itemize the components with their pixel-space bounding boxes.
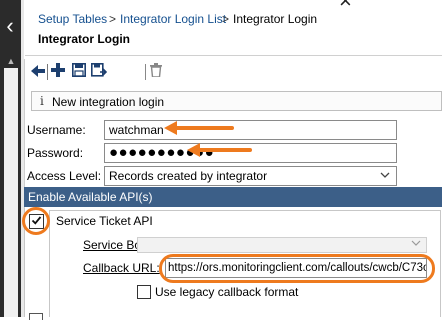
username-input[interactable]: watchman [104,120,397,140]
breadcrumb-separator: > [109,12,117,26]
username-label: Username: [27,123,86,137]
delete-trash-icon[interactable] [149,63,163,81]
page-header [25,0,442,56]
breadcrumb-setup-tables[interactable]: Setup Tables [38,12,107,26]
info-icon: i [40,94,44,108]
callback-url-label[interactable]: Callback URL: [83,261,160,275]
toolbar-divider [145,64,146,80]
info-message-bar: i New integration login [31,91,442,111]
legacy-callback-checkbox[interactable] [137,285,151,299]
checkbox-annotation-circle [22,207,50,235]
page-title: Integrator Login [38,32,130,46]
password-input[interactable]: ●●●●●●●●●●● [104,143,397,163]
password-annotation-arrow [197,148,252,152]
service-ticket-api-label: Service Ticket API [56,214,153,228]
add-icon[interactable] [51,63,65,81]
breadcrumb-integrator-login-list[interactable]: Integrator Login List [120,12,226,26]
toolbar-divider [47,64,48,80]
info-message-text: New integration login [52,95,165,109]
username-annotation-arrow [174,126,234,130]
save-icon[interactable] [72,63,86,81]
close-icon[interactable]: × [339,0,352,14]
callback-url-annotation-oval [159,254,435,283]
legacy-callback-label: Use legacy callback format [155,285,299,299]
toolbar [25,59,442,85]
save-and-close-icon[interactable] [91,63,108,81]
access-level-label: Access Level: [27,169,102,183]
access-level-select[interactable]: Records created by integrator [104,166,397,186]
back-arrow-icon[interactable] [30,63,46,81]
scroll-up-arrow-icon[interactable]: ▲ [4,56,18,66]
service-board-select[interactable] [137,237,427,253]
chevron-down-icon [411,238,421,252]
nav-back-icon[interactable]: ‹ [2,12,18,40]
breadcrumb-integrator-login: Integrator Login [233,12,318,26]
enable-apis-section-header: Enable Available API(s) [24,187,442,207]
chevron-down-icon [380,167,390,185]
breadcrumb-separator: > [222,12,230,26]
access-level-value: Records created by integrator [109,169,268,183]
scrollbar-thumb[interactable] [4,68,18,317]
password-label: Password: [27,146,84,160]
